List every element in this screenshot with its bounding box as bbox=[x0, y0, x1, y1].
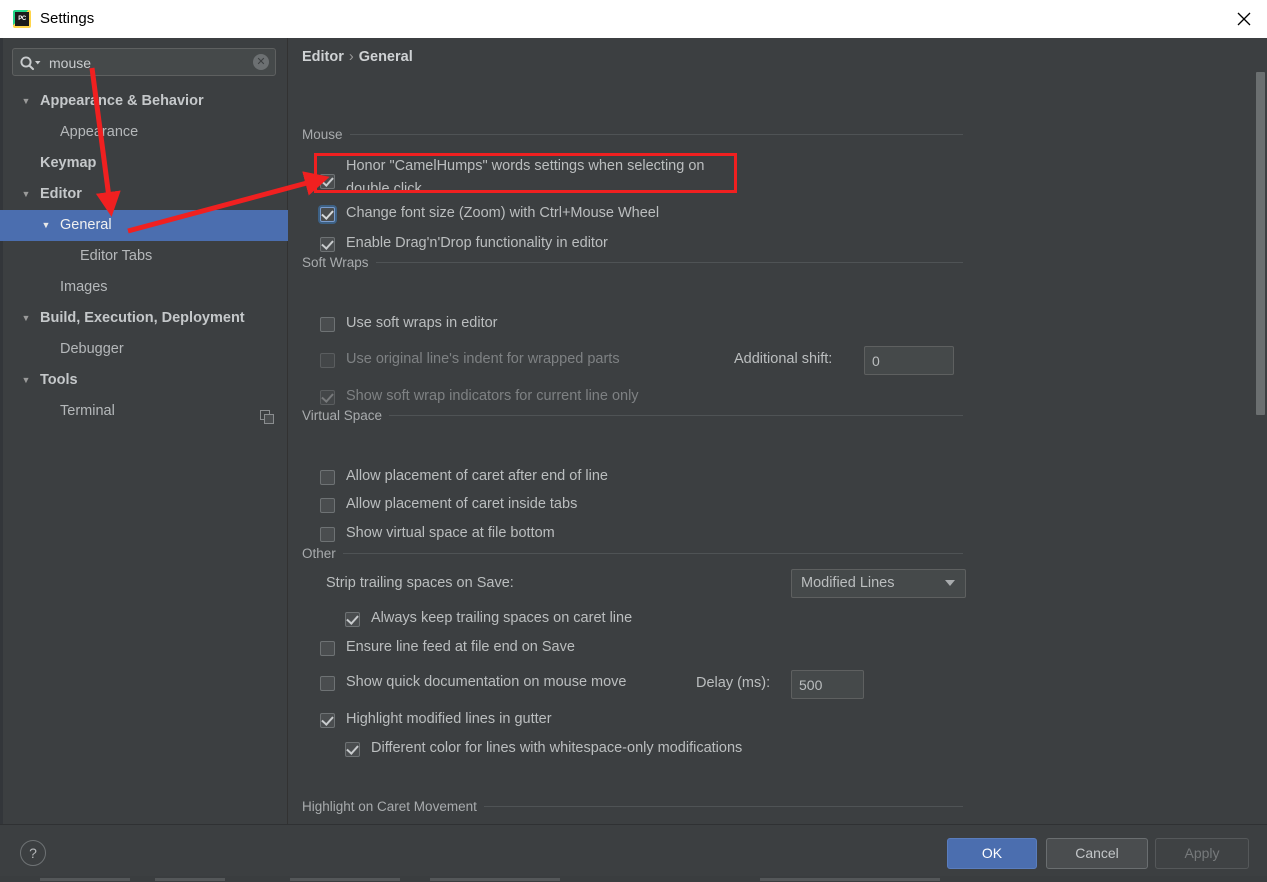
ok-button[interactable]: OK bbox=[947, 838, 1037, 869]
strip-trailing-spaces-combobox[interactable]: Modified Lines bbox=[791, 569, 966, 598]
sidebar-item-tools[interactable]: ▼ Tools bbox=[0, 365, 288, 396]
checkbox-honor-camelhumps[interactable] bbox=[320, 174, 335, 189]
sidebar-item-general-label: General bbox=[60, 217, 112, 233]
checkbox-virtual-space-file-bottom-label: Show virtual space at file bottom bbox=[346, 525, 555, 541]
strip-trailing-spaces-value: Modified Lines bbox=[801, 575, 895, 591]
breadcrumb-separator-icon: › bbox=[348, 49, 354, 65]
sidebar-item-editor-label: Editor bbox=[40, 186, 82, 202]
chevron-down-icon bbox=[945, 580, 955, 586]
help-button[interactable]: ? bbox=[20, 840, 46, 866]
sidebar-item-keymap[interactable]: Keymap bbox=[0, 148, 288, 179]
clear-icon[interactable]: ✕ bbox=[253, 54, 269, 70]
settings-dialog: Settings ✕ ▼Appearanc bbox=[0, 0, 1267, 882]
checkbox-show-quick-documentation-label: Show quick documentation on mouse move bbox=[346, 674, 627, 690]
breadcrumb-root[interactable]: Editor bbox=[302, 49, 344, 65]
settings-search-box[interactable]: ✕ bbox=[12, 48, 276, 77]
chevron-down-icon[interactable]: ▼ bbox=[20, 303, 32, 334]
sidebar-item-debugger[interactable]: Debugger bbox=[0, 334, 288, 365]
checkbox-show-soft-wrap-indicators-label: Show soft wrap indicators for current li… bbox=[346, 388, 639, 404]
sidebar-item-editor-tabs-label: Editor Tabs bbox=[80, 248, 153, 264]
checkbox-ensure-line-feed-label: Ensure line feed at file end on Save bbox=[346, 639, 575, 655]
content-scrollbar[interactable] bbox=[1254, 38, 1267, 824]
checkbox-use-original-indent-label: Use original line's indent for wrapped p… bbox=[346, 351, 620, 367]
sidebar-item-appearance-behavior[interactable]: ▼ Appearance & Behavior bbox=[0, 86, 288, 117]
checkbox-enable-drag-n-drop[interactable] bbox=[320, 237, 335, 252]
delay-input[interactable] bbox=[791, 670, 864, 699]
checkbox-different-color-whitespace[interactable] bbox=[345, 742, 360, 757]
virtual-space-section-rule bbox=[302, 415, 963, 416]
sidebar-item-debugger-label: Debugger bbox=[60, 341, 124, 357]
dialog-body: ✕ ▼ Appearance & Behavior Appearance Keymap… bbox=[0, 38, 1267, 824]
soft-wraps-section-title: Soft Wraps bbox=[302, 255, 376, 270]
checkbox-ensure-line-feed[interactable] bbox=[320, 641, 335, 656]
chevron-down-icon[interactable]: ▼ bbox=[40, 210, 52, 241]
mouse-section-rule bbox=[302, 134, 963, 135]
strip-trailing-spaces-label: Strip trailing spaces on Save: bbox=[326, 575, 514, 591]
checkbox-always-keep-trailing-spaces-label: Always keep trailing spaces on caret lin… bbox=[371, 610, 633, 626]
breadcrumb-current: General bbox=[358, 49, 413, 65]
checkbox-caret-inside-tabs-label: Allow placement of caret inside tabs bbox=[346, 496, 578, 512]
checkbox-caret-after-end-of-line[interactable] bbox=[320, 470, 335, 485]
desktop-sliver bbox=[0, 876, 1267, 882]
checkbox-always-keep-trailing-spaces[interactable] bbox=[345, 612, 360, 627]
additional-shift-label: Additional shift: bbox=[734, 351, 833, 367]
search-input[interactable] bbox=[47, 49, 251, 77]
checkbox-different-color-whitespace-label: Different color for lines with whitespac… bbox=[371, 740, 743, 756]
checkbox-show-soft-wrap-indicators[interactable] bbox=[320, 390, 335, 405]
checkbox-change-font-size-zoom[interactable] bbox=[320, 207, 335, 222]
checkbox-use-soft-wraps[interactable] bbox=[320, 317, 335, 332]
checkbox-highlight-modified-lines[interactable] bbox=[320, 713, 335, 728]
checkbox-change-font-size-zoom-label: Change font size (Zoom) with Ctrl+Mouse … bbox=[346, 205, 660, 221]
checkbox-honor-camelhumps-label: Honor "CamelHumps" words settings when s… bbox=[346, 158, 705, 174]
delay-label: Delay (ms): bbox=[696, 675, 771, 691]
sidebar-item-editor[interactable]: ▼ Editor bbox=[0, 179, 288, 210]
checkbox-caret-inside-tabs[interactable] bbox=[320, 498, 335, 513]
breadcrumb: Editor › General bbox=[302, 49, 413, 65]
additional-shift-input[interactable] bbox=[864, 346, 954, 375]
sidebar-item-build-execution-deployment-label: Build, Execution, Deployment bbox=[40, 310, 245, 326]
checkbox-use-original-indent[interactable] bbox=[320, 353, 335, 368]
title-bar: Settings bbox=[0, 0, 1267, 39]
mouse-section-title: Mouse bbox=[302, 127, 350, 142]
checkbox-use-soft-wraps-label: Use soft wraps in editor bbox=[346, 315, 498, 331]
apply-button[interactable]: Apply bbox=[1155, 838, 1249, 869]
search-icon bbox=[19, 54, 45, 71]
settings-content-pane: Editor › General Mouse Honor "CamelHumps" … bbox=[288, 38, 1267, 824]
checkbox-show-quick-documentation[interactable] bbox=[320, 676, 335, 691]
sidebar-item-appearance-label: Appearance bbox=[60, 124, 139, 140]
cancel-button[interactable]: Cancel bbox=[1046, 838, 1148, 869]
sidebar-item-images-label: Images bbox=[60, 279, 108, 295]
content-scrollbar-thumb[interactable] bbox=[1256, 72, 1265, 415]
sidebar-item-terminal-label: Terminal bbox=[60, 403, 115, 419]
pycharm-icon bbox=[13, 10, 31, 28]
chevron-down-icon[interactable]: ▼ bbox=[20, 365, 32, 396]
sidebar-item-terminal[interactable]: Terminal bbox=[0, 396, 288, 427]
sidebar-item-editor-tabs[interactable]: Editor Tabs bbox=[0, 241, 288, 272]
checkbox-virtual-space-file-bottom[interactable] bbox=[320, 527, 335, 542]
sidebar-item-tools-label: Tools bbox=[40, 372, 78, 388]
checkbox-honor-camelhumps-label-line2: double click bbox=[346, 181, 422, 197]
chevron-down-icon[interactable]: ▼ bbox=[20, 179, 32, 210]
sidebar-item-appearance-behavior-label: Appearance & Behavior bbox=[40, 93, 204, 109]
checkbox-highlight-modified-lines-label: Highlight modified lines in gutter bbox=[346, 711, 552, 727]
sidebar-item-images[interactable]: Images bbox=[0, 272, 288, 303]
other-section-rule bbox=[302, 553, 963, 554]
settings-sidebar: ✕ ▼ Appearance & Behavior Appearance Keymap… bbox=[0, 38, 288, 824]
close-icon[interactable] bbox=[1221, 0, 1267, 37]
window-title: Settings bbox=[40, 10, 95, 27]
sidebar-item-keymap-label: Keymap bbox=[40, 155, 97, 171]
checkbox-enable-drag-n-drop-label: Enable Drag'n'Drop functionality in edit… bbox=[346, 235, 608, 251]
settings-tree: ▼ Appearance & Behavior Appearance Keymap ▼ E… bbox=[0, 86, 288, 427]
chevron-down-icon[interactable]: ▼ bbox=[20, 86, 32, 117]
virtual-space-section-title: Virtual Space bbox=[302, 408, 390, 423]
highlight-caret-section-title: Highlight on Caret Movement bbox=[302, 799, 484, 814]
sidebar-item-general[interactable]: ▼ General bbox=[0, 210, 288, 241]
soft-wraps-section-rule bbox=[302, 262, 963, 263]
checkbox-caret-after-end-of-line-label: Allow placement of caret after end of li… bbox=[346, 468, 608, 484]
sidebar-item-build-execution-deployment[interactable]: ▼ Build, Execution, Deployment bbox=[0, 303, 288, 334]
other-section-title: Other bbox=[302, 546, 343, 561]
sidebar-item-appearance[interactable]: Appearance bbox=[0, 117, 288, 148]
copy-icon[interactable] bbox=[260, 404, 274, 424]
